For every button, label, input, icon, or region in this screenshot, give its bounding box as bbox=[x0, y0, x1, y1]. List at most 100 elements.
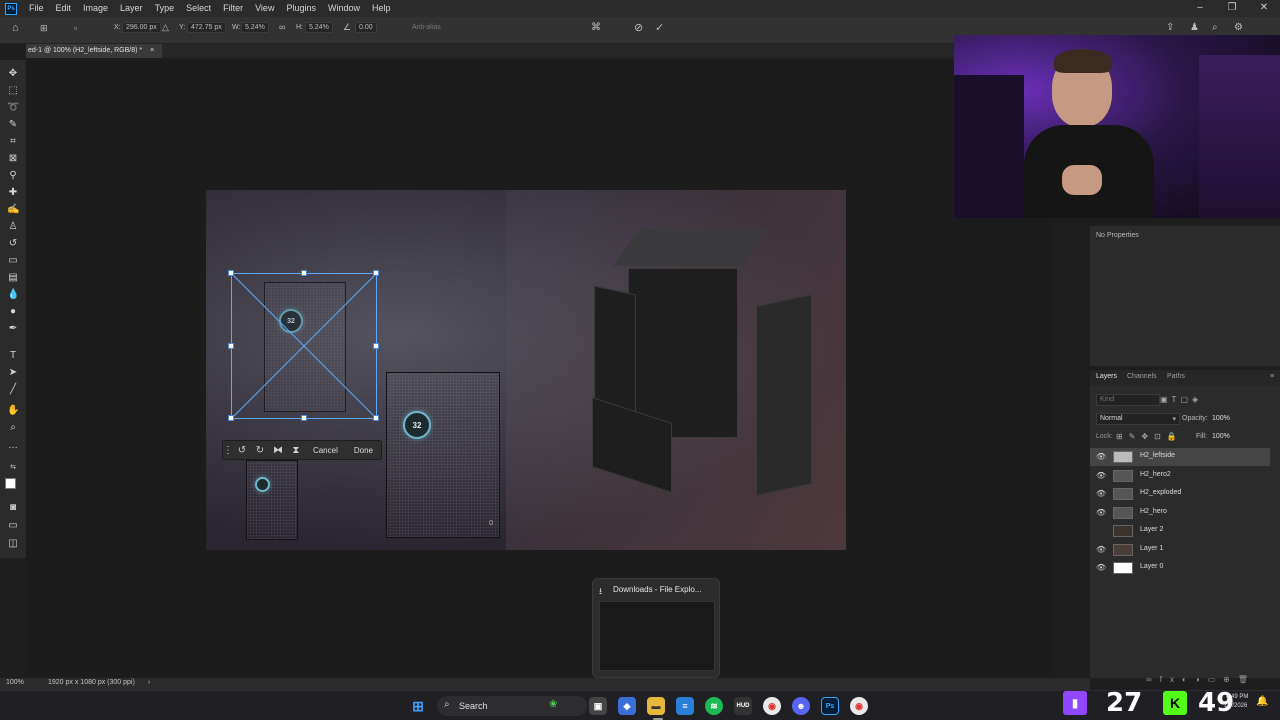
fill-value[interactable]: 100% bbox=[1212, 433, 1230, 440]
notification-bell-icon[interactable]: 🔔 bbox=[1256, 696, 1268, 707]
edit-toolbar-icon[interactable]: ◫ bbox=[7, 538, 19, 550]
layer-row[interactable]: 👁 H2_hero bbox=[1090, 504, 1270, 522]
clone-stamp-tool-icon[interactable]: ♙ bbox=[7, 221, 19, 233]
foreground-color-swatch[interactable] bbox=[5, 478, 16, 489]
filter-icons[interactable]: ▣T▢◈ bbox=[1160, 395, 1202, 404]
antialias-checkbox[interactable]: Anti-alias bbox=[412, 24, 441, 31]
menu-select[interactable]: Select bbox=[180, 0, 217, 17]
clock-date[interactable]: 1/7/2026 bbox=[1224, 703, 1247, 709]
handle-top-right[interactable] bbox=[373, 270, 379, 276]
status-arrow-icon[interactable]: › bbox=[148, 679, 150, 686]
move-tool-icon[interactable]: ✥ bbox=[7, 68, 19, 80]
cancel-button[interactable]: Cancel bbox=[305, 446, 346, 455]
task-view-icon[interactable]: ▣ bbox=[589, 697, 607, 715]
menu-window[interactable]: Window bbox=[322, 0, 366, 17]
marquee-tool-icon[interactable]: ⬚ bbox=[7, 85, 19, 97]
gradient-tool-icon[interactable]: ▤ bbox=[7, 272, 19, 284]
document-tab[interactable]: ed-1 @ 100% (H2_leftside, RGB/8) * × bbox=[26, 44, 163, 58]
path-selection-tool-icon[interactable]: ➤ bbox=[7, 367, 19, 379]
visibility-eye-icon[interactable]: 👁 bbox=[1096, 452, 1106, 461]
blur-tool-icon[interactable]: 💧 bbox=[7, 289, 19, 301]
tab-paths[interactable]: Paths bbox=[1167, 373, 1185, 380]
blend-mode-select[interactable]: Normal ▾ bbox=[1096, 413, 1180, 425]
handle-top-center[interactable] bbox=[301, 270, 307, 276]
share-icon[interactable]: ⇪ bbox=[1166, 22, 1174, 33]
restore-icon[interactable]: ❐ bbox=[1216, 0, 1248, 17]
delta-icon[interactable]: △ bbox=[162, 22, 169, 33]
layer-actions-icons[interactable]: ∞fx◐◑▭⊕🗑 bbox=[1146, 675, 1256, 684]
handle-top-left[interactable] bbox=[228, 270, 234, 276]
visibility-eye-icon[interactable]: 👁 bbox=[1096, 563, 1106, 572]
kind-filter[interactable]: Kind bbox=[1096, 394, 1160, 406]
eraser-tool-icon[interactable]: ▭ bbox=[7, 255, 19, 267]
minimize-icon[interactable]: – bbox=[1184, 0, 1216, 17]
frame-tool-icon[interactable]: ⊠ bbox=[7, 153, 19, 165]
lasso-tool-icon[interactable]: ➰ bbox=[7, 102, 19, 114]
panel-menu-icon[interactable]: ≡ bbox=[1270, 373, 1274, 380]
workspace-icon[interactable]: ⚙ bbox=[1234, 22, 1243, 33]
flip-vertical-icon[interactable]: ⧗ bbox=[287, 445, 305, 456]
visibility-eye-icon[interactable]: 👁 bbox=[1096, 489, 1106, 498]
transform-bounding-box[interactable] bbox=[228, 270, 379, 421]
eyedropper-tool-icon[interactable]: ⚲ bbox=[7, 170, 19, 182]
angle-field[interactable]: 0.00 bbox=[355, 22, 377, 33]
zoom-tool-icon[interactable]: ⌕ bbox=[7, 422, 19, 434]
search-icon[interactable]: ⌕ bbox=[1212, 22, 1218, 33]
rotate-left-icon[interactable]: ↺ bbox=[233, 445, 251, 456]
layer-row[interactable]: 👁 H2_exploded bbox=[1090, 485, 1270, 503]
visibility-eye-icon[interactable]: 👁 bbox=[1096, 545, 1106, 554]
swap-colors-icon[interactable]: ⇆ bbox=[7, 462, 19, 474]
menu-file[interactable]: File bbox=[23, 0, 50, 17]
home-icon[interactable]: ⌂ bbox=[12, 22, 19, 34]
visibility-eye-icon[interactable]: 👁 bbox=[1096, 471, 1106, 480]
file-explorer-icon[interactable]: ▬ bbox=[647, 697, 665, 715]
object-selection-tool-icon[interactable]: ✎ bbox=[7, 119, 19, 131]
done-button[interactable]: Done bbox=[346, 446, 381, 455]
layer-row[interactable]: 👁 H2_hero2 bbox=[1090, 467, 1270, 485]
photoshop-taskbar-icon[interactable]: Ps bbox=[821, 697, 839, 715]
history-brush-tool-icon[interactable]: ↺ bbox=[7, 238, 19, 250]
rotate-right-icon[interactable]: ↻ bbox=[251, 445, 269, 456]
y-field[interactable]: 472.75 px bbox=[187, 22, 226, 33]
hand-tool-icon[interactable]: ✋ bbox=[7, 405, 19, 417]
cancel-transform-icon[interactable]: ⊘ bbox=[634, 21, 643, 34]
w-field[interactable]: 5.24% bbox=[241, 22, 269, 33]
handle-bottom-left[interactable] bbox=[228, 415, 234, 421]
menu-view[interactable]: View bbox=[249, 0, 280, 17]
transform-tool-icon[interactable]: ⊞ bbox=[40, 23, 48, 34]
handle-middle-left[interactable] bbox=[228, 343, 234, 349]
layer-row[interactable]: 👁 Layer 0 bbox=[1090, 559, 1270, 577]
layer-row[interactable]: 👁 Layer 1 bbox=[1090, 541, 1270, 559]
link-icon[interactable]: ∞ bbox=[279, 22, 285, 32]
menu-plugins[interactable]: Plugins bbox=[280, 0, 322, 17]
notification-icon[interactable]: ♟ bbox=[1190, 22, 1199, 33]
taskbar-search[interactable]: ⌕ Search ❀ bbox=[437, 696, 587, 716]
brush-tool-icon[interactable]: ✍ bbox=[7, 204, 19, 216]
handle-middle-right[interactable] bbox=[373, 343, 379, 349]
type-tool-icon[interactable]: T bbox=[7, 350, 19, 362]
more-tools-icon[interactable]: … bbox=[7, 440, 19, 452]
visibility-eye-icon[interactable]: 👁 bbox=[1096, 508, 1106, 517]
layer-row[interactable]: 👁 Layer 2 bbox=[1090, 522, 1270, 540]
menu-filter[interactable]: Filter bbox=[217, 0, 249, 17]
close-icon[interactable]: ✕ bbox=[1248, 0, 1280, 17]
commit-transform-icon[interactable]: ✓ bbox=[655, 21, 664, 34]
menu-help[interactable]: Help bbox=[366, 0, 397, 17]
copilot-icon[interactable]: ◆ bbox=[618, 697, 636, 715]
h-field[interactable]: 5.24% bbox=[305, 22, 333, 33]
visibility-eye-icon[interactable]: 👁 bbox=[1096, 526, 1106, 535]
spotify-icon[interactable]: ≋ bbox=[705, 697, 723, 715]
notepad-icon[interactable]: ≡ bbox=[676, 697, 694, 715]
pen-tool-icon[interactable]: ✒ bbox=[7, 323, 19, 335]
healing-brush-tool-icon[interactable]: ✚ bbox=[7, 187, 19, 199]
menu-layer[interactable]: Layer bbox=[114, 0, 149, 17]
discord-icon[interactable]: ☻ bbox=[792, 697, 810, 715]
file-explorer-preview[interactable]: ⭳ Downloads - File Explo... bbox=[592, 578, 720, 678]
drag-handle-icon[interactable]: ⋮ bbox=[223, 445, 233, 456]
opacity-value[interactable]: 100% bbox=[1212, 415, 1230, 422]
lock-icons[interactable]: ⊞✎✥⊡🔒 bbox=[1116, 432, 1183, 441]
layer-row[interactable]: 👁 H2_leftside bbox=[1090, 448, 1270, 466]
handle-bottom-right[interactable] bbox=[373, 415, 379, 421]
rectangle-tool-icon[interactable]: ╱ bbox=[7, 384, 19, 396]
flip-horizontal-icon[interactable]: ⧓ bbox=[269, 445, 287, 456]
